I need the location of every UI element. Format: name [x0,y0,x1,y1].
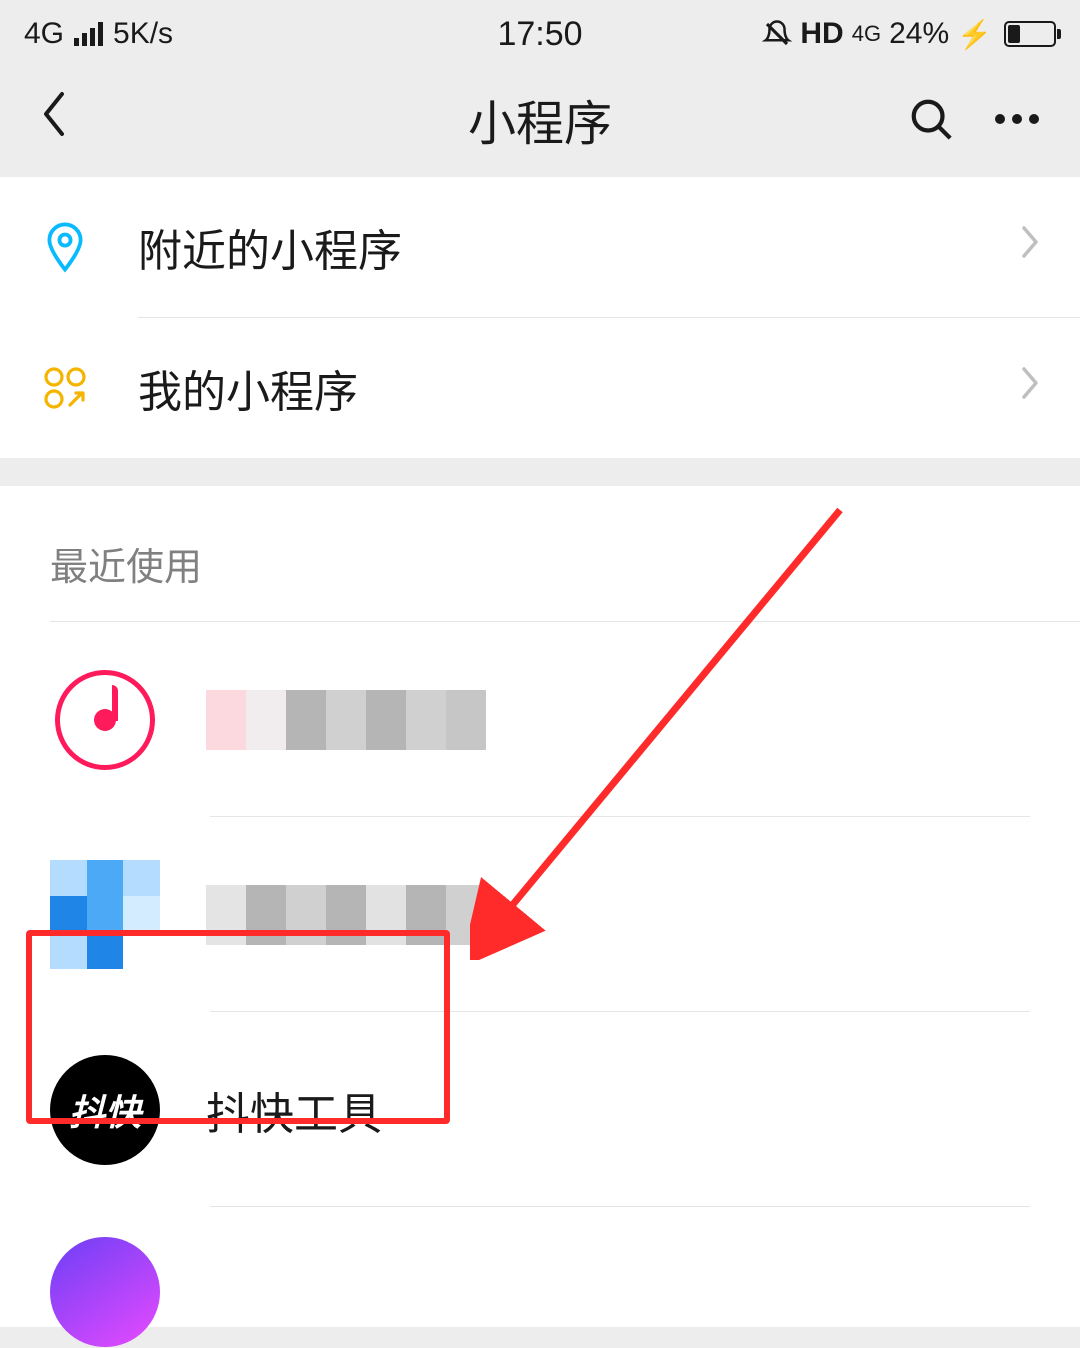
recent-item-1[interactable] [0,622,1080,817]
more-button[interactable] [994,113,1040,125]
recent-item-4[interactable] [0,1207,1080,1327]
recent-title: 最近使用 [0,486,1080,621]
search-button[interactable] [908,96,954,142]
section-gap [0,458,1080,486]
music-app-icon [50,665,160,775]
lightning-icon: ⚡ [957,18,992,51]
navigation-bar: 小程序 [0,68,1080,177]
doukuai-icon: 抖快 [50,1055,160,1165]
clock: 17:50 [497,15,582,54]
back-button[interactable] [40,90,68,147]
battery-percent: 24% [889,17,949,51]
hd-label: HD [800,17,843,51]
status-right: HD 4G 24% ⚡ [762,17,1056,51]
my-mini-programs[interactable]: 我的小程序 [0,318,1080,458]
nearby-mini-programs[interactable]: 附近的小程序 [0,177,1080,317]
bell-mute-icon [762,19,792,49]
nearby-label: 附近的小程序 [138,215,1020,279]
net2-label: 4G [852,23,881,45]
qingdou-icon [50,1237,160,1347]
recent-section: 最近使用 [0,486,1080,1327]
top-menu-section: 附近的小程序 我的小程序 [0,177,1080,458]
redacted-text [206,885,486,945]
status-left: 4G 5K/s [24,17,173,51]
recent-item-2-label [206,885,486,945]
page-title: 小程序 [468,84,612,154]
location-pin-icon [40,221,90,273]
redacted-text [206,690,486,750]
doukuai-label: 抖快工具 [206,1078,382,1142]
blue-app-icon [50,860,160,970]
recent-item-3-doukuai[interactable]: 抖快 抖快工具 [0,1012,1080,1207]
apps-grid-icon [40,366,90,410]
battery-icon [1004,21,1056,47]
chevron-right-icon [1020,365,1040,411]
signal-icon [74,22,103,46]
network-type: 4G [24,17,64,51]
network-speed: 5K/s [113,17,173,51]
recent-item-1-label [206,690,486,750]
chevron-right-icon [1020,224,1040,270]
mine-label: 我的小程序 [138,356,1020,420]
recent-item-2[interactable] [0,817,1080,1012]
status-bar: 4G 5K/s 17:50 HD 4G 24% ⚡ [0,0,1080,68]
